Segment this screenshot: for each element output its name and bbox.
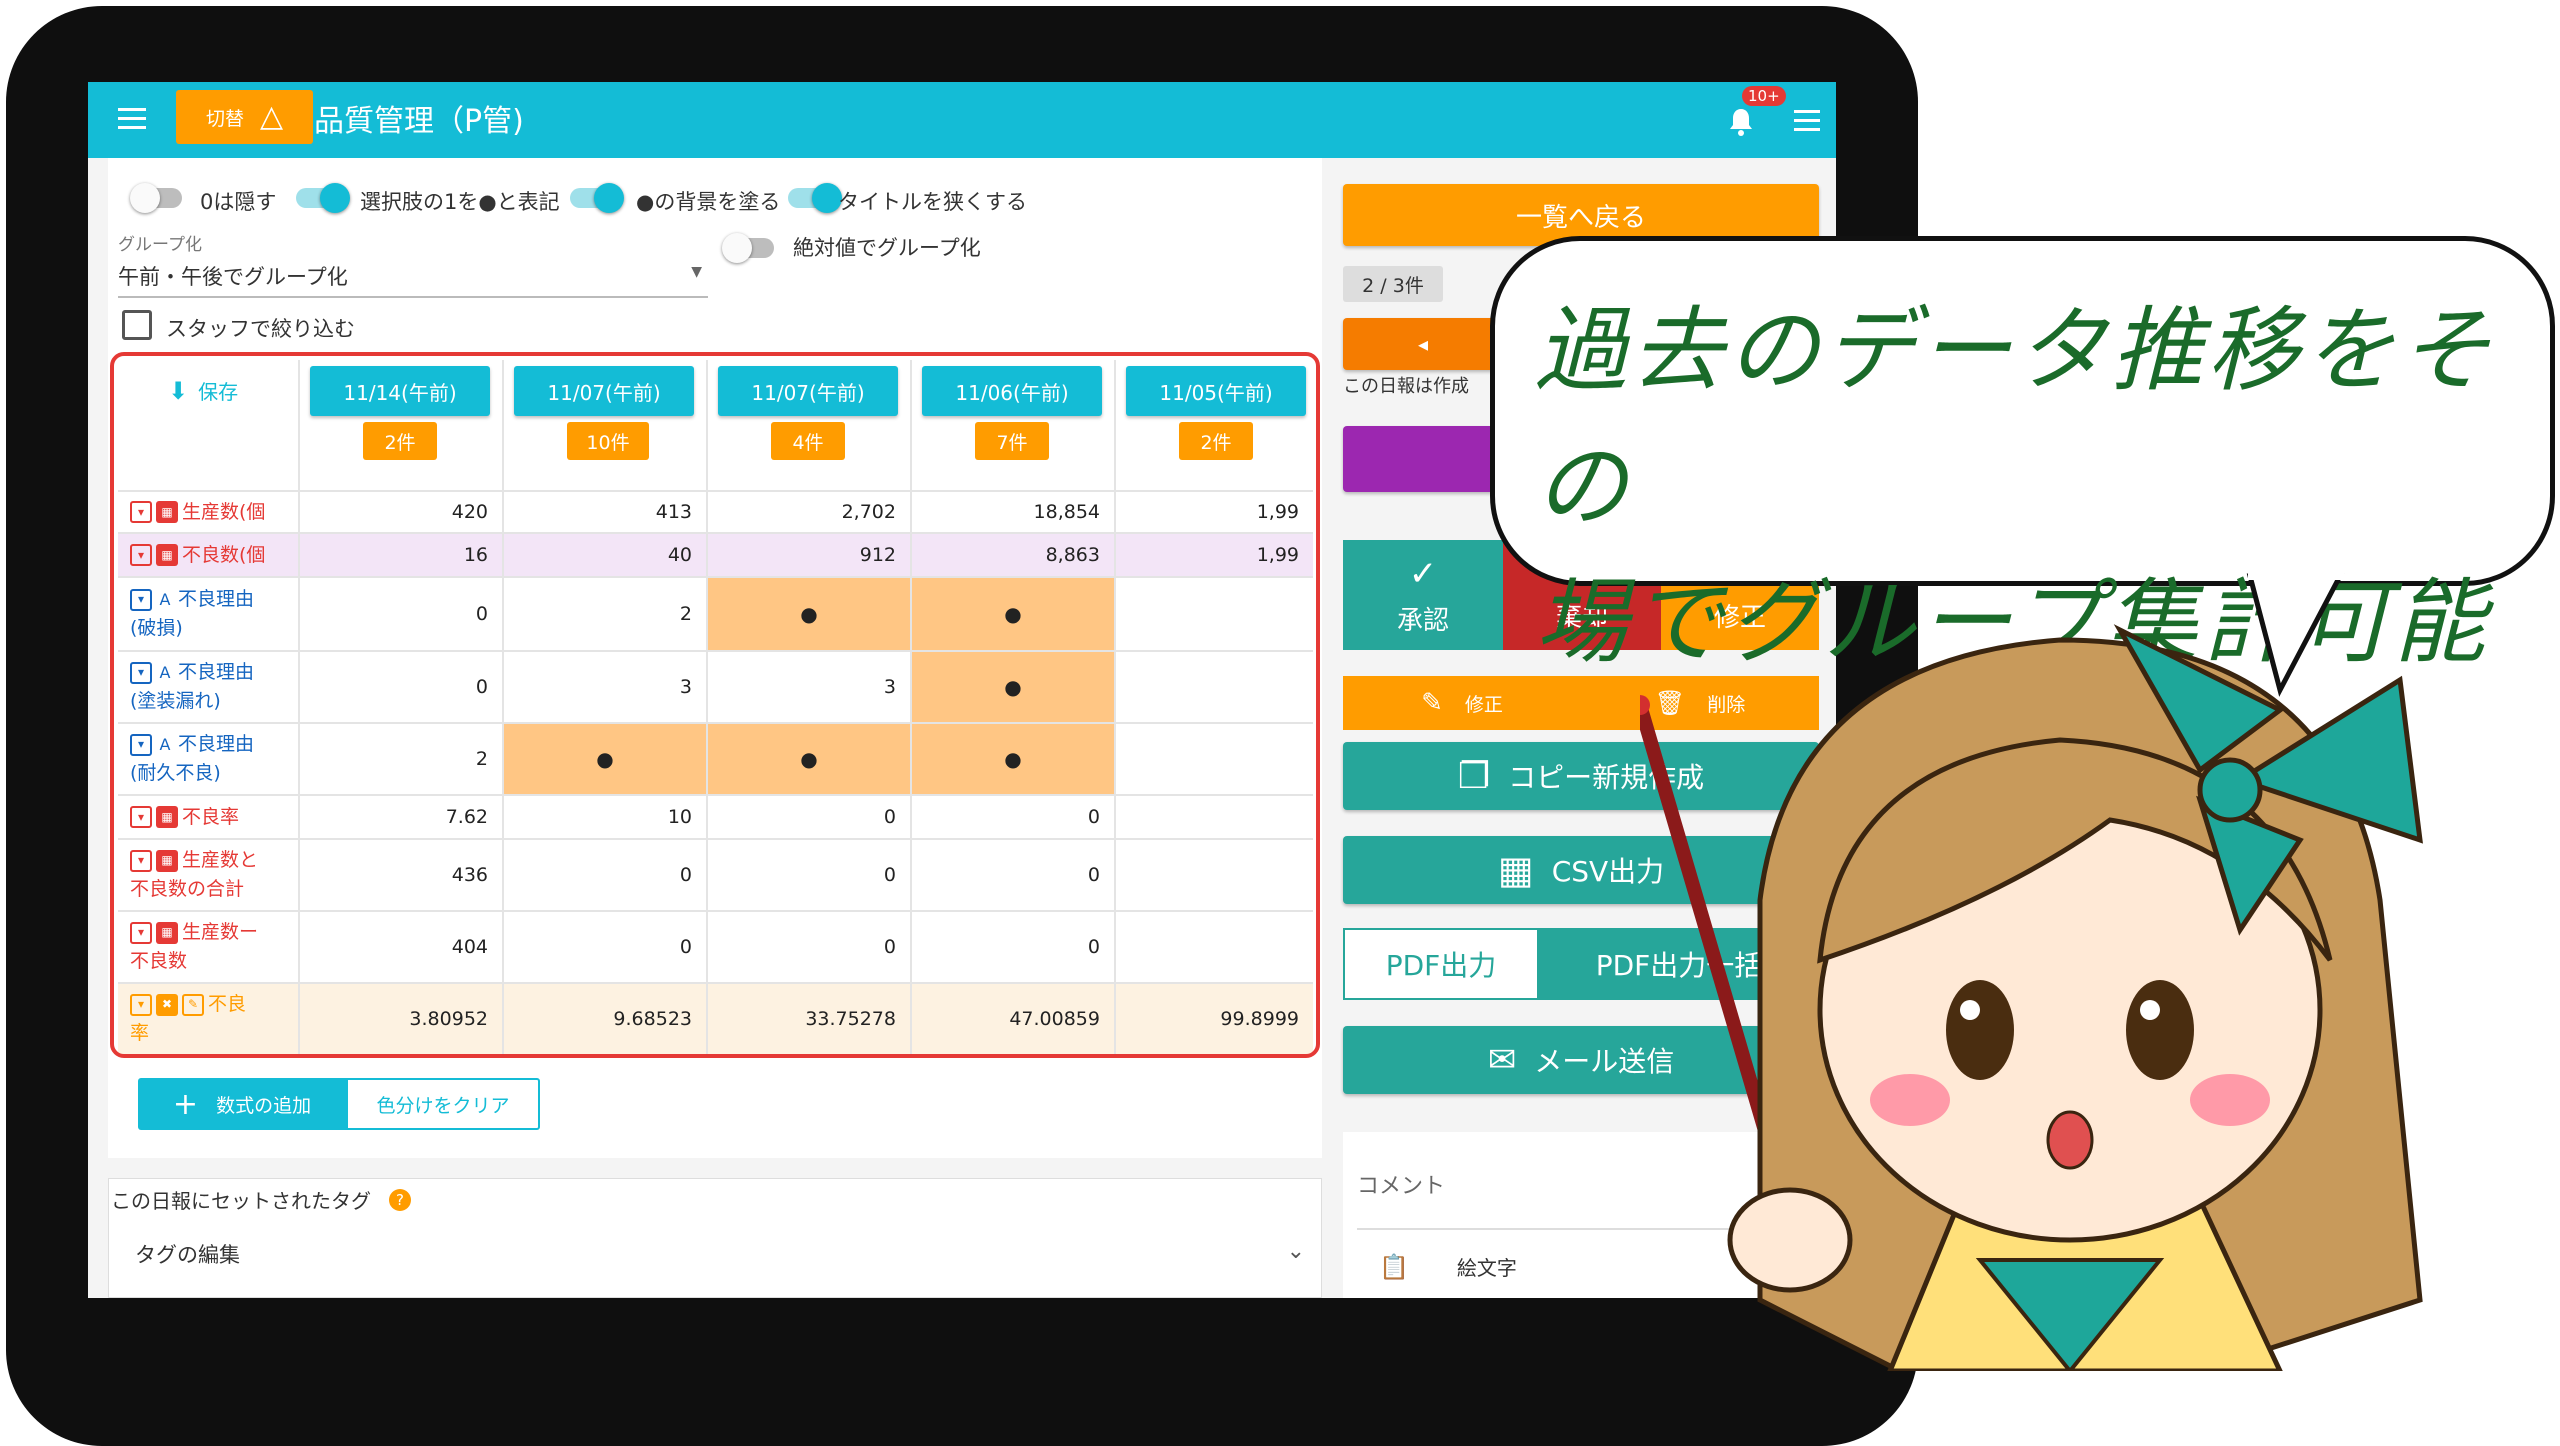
mascot-character-illustration — [1640, 624, 2423, 1371]
dot-notation-toggle[interactable] — [296, 183, 350, 213]
triangle-icon: △ — [259, 99, 284, 134]
hide-zero-toggle[interactable] — [130, 183, 182, 213]
dot-bg-toggle[interactable] — [570, 183, 624, 213]
chevron-down-icon: ⌄ — [1286, 1239, 1305, 1264]
abs-group-label: 絶対値でグループ化 — [793, 236, 981, 260]
dropdown-arrow-icon: ▼ — [691, 264, 702, 280]
emoji-row[interactable]: 📋 絵文字 — [1379, 1252, 1517, 1281]
check-icon: ✓ — [1408, 553, 1438, 594]
approve-button[interactable]: ✓ 承認 — [1343, 540, 1503, 650]
notice-text: この日報は作成 — [1343, 376, 1469, 397]
copy-icon: ❐ — [1457, 755, 1491, 797]
switch-button[interactable]: 切替 △ — [176, 90, 313, 144]
clear-colors-button[interactable]: 色分けをクリア — [346, 1078, 540, 1130]
narrow-title-label: タイトルを狭くする — [838, 190, 1027, 214]
edit-label: 修正 — [1464, 693, 1503, 716]
purple-action-button[interactable] — [1343, 426, 1503, 492]
emoji-label: 絵文字 — [1456, 1256, 1517, 1280]
mail-icon: ✉ — [1487, 1040, 1517, 1080]
comment-label: コメント — [1357, 1174, 1446, 1199]
dot-bg-label: ●の背景を塗る — [636, 190, 781, 214]
speech-bubble: 過去のデータ推移をその 場でグループ集計可能 — [1490, 236, 2555, 676]
chevron-left-icon: ◂ — [1417, 332, 1429, 356]
callout-line-1: 過去のデータ推移をその — [1535, 297, 2496, 540]
more-menu-icon[interactable] — [1794, 110, 1820, 132]
add-formula-label: 数式の追加 — [216, 1094, 312, 1117]
edit-tags-row[interactable]: タグの編集 ⌄ — [135, 1239, 1305, 1269]
tags-title: この日報にセットされたタグ — [111, 1189, 371, 1213]
table-icon: ▦ — [1497, 848, 1534, 892]
abs-group-toggle[interactable] — [722, 233, 774, 263]
highlight-outline — [110, 352, 1320, 1058]
report-panel: 0は隠す 選択肢の1を●と表記 ●の背景を塗る タイトルを狭くする グループ化 … — [108, 158, 1322, 1158]
clipboard-icon: 📋 — [1379, 1252, 1409, 1281]
group-select-value: 午前・午後でグループ化 — [118, 265, 348, 289]
group-select[interactable]: グループ化 午前・午後でグループ化 ▼ — [118, 230, 708, 298]
app-bar: 切替 △ 品質管理（P管) 10+ — [88, 82, 1836, 158]
help-icon[interactable]: ? — [389, 1188, 411, 1211]
pdf-export-button[interactable]: PDF出力 — [1343, 928, 1539, 1000]
edit-tags-label: タグの編集 — [135, 1243, 240, 1267]
pencil-icon: ✎ — [1421, 688, 1443, 718]
page-count: 2 / 3件 — [1343, 266, 1443, 302]
plus-icon: + — [172, 1086, 199, 1122]
bell-icon[interactable] — [1728, 108, 1754, 136]
page-title: 品質管理（P管) — [314, 104, 524, 139]
staff-filter-checkbox[interactable] — [122, 310, 152, 340]
notification-badge: 10+ — [1742, 86, 1786, 106]
approve-label: 承認 — [1396, 605, 1449, 636]
dot-notation-label: 選択肢の1を●と表記 — [360, 190, 560, 214]
hide-zero-label: 0は隠す — [200, 190, 277, 214]
menu-icon[interactable] — [118, 108, 146, 130]
prev-button[interactable]: ◂ — [1343, 318, 1503, 370]
add-formula-button[interactable]: + 数式の追加 — [138, 1078, 346, 1130]
tags-card: この日報にセットされたタグ ? タグの編集 ⌄ — [108, 1178, 1322, 1298]
narrow-title-toggle[interactable] — [788, 183, 842, 213]
switch-label: 切替 — [205, 107, 244, 130]
group-select-label: グループ化 — [118, 235, 202, 255]
staff-filter-label: スタッフで絞り込む — [166, 317, 355, 341]
